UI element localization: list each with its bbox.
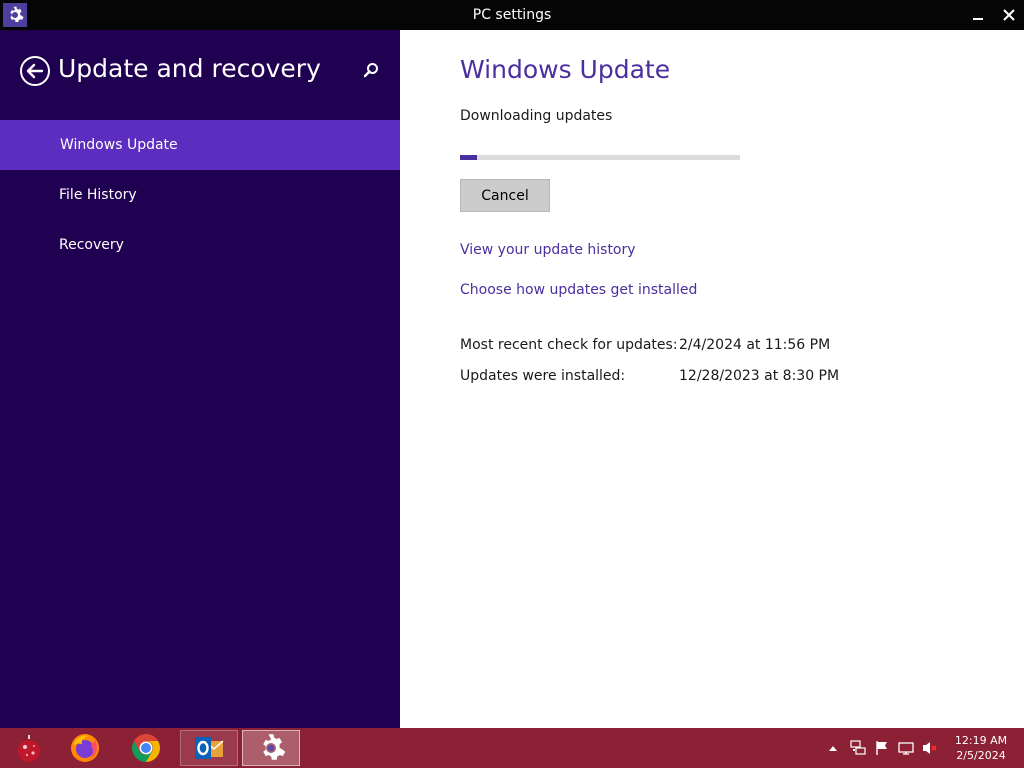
sidebar-item-file-history[interactable]: File History bbox=[0, 170, 400, 220]
action-center-flag-icon[interactable] bbox=[872, 728, 892, 768]
start-ornament-icon[interactable] bbox=[0, 730, 58, 766]
last-check-value: 2/4/2024 at 11:56 PM bbox=[679, 337, 831, 353]
settings-icon[interactable] bbox=[242, 730, 300, 766]
main-content: Windows Update Downloading updates Cance… bbox=[400, 30, 1024, 728]
back-arrow-icon bbox=[20, 56, 50, 86]
download-progress-bar bbox=[460, 155, 740, 160]
choose-how-updates-installed-link[interactable]: Choose how updates get installed bbox=[460, 282, 697, 298]
search-icon[interactable] bbox=[360, 60, 382, 82]
minimize-icon[interactable] bbox=[966, 4, 990, 26]
installed-label: Updates were installed: bbox=[460, 368, 626, 384]
window-title: PC settings bbox=[472, 7, 552, 23]
cancel-button[interactable]: Cancel bbox=[460, 179, 550, 212]
progress-fill bbox=[460, 155, 477, 160]
page-title: Windows Update bbox=[460, 55, 671, 84]
last-check-label: Most recent check for updates: bbox=[460, 337, 678, 353]
sidebar-heading: Update and recovery bbox=[58, 54, 321, 83]
outlook-icon[interactable] bbox=[180, 730, 238, 766]
clock-time: 12:19 AM bbox=[954, 734, 1008, 747]
installed-value: 12/28/2023 at 8:30 PM bbox=[679, 368, 840, 384]
download-status: Downloading updates bbox=[460, 108, 613, 124]
sidebar-item-recovery[interactable]: Recovery bbox=[0, 220, 400, 270]
show-hidden-icons-chevron-up-icon[interactable] bbox=[826, 728, 840, 768]
sidebar-item-windows-update[interactable]: Windows Update bbox=[0, 120, 400, 170]
title-bar: PC settings bbox=[0, 0, 1024, 30]
network-icon[interactable] bbox=[848, 728, 868, 768]
taskbar: 12:19 AM 2/5/2024 bbox=[0, 728, 1024, 768]
clock-date: 2/5/2024 bbox=[956, 749, 1006, 762]
taskbar-clock[interactable]: 12:19 AM 2/5/2024 bbox=[946, 733, 1016, 763]
view-update-history-link[interactable]: View your update history bbox=[460, 242, 636, 258]
sidebar: Update and recovery Windows Update File … bbox=[0, 30, 400, 728]
display-icon[interactable] bbox=[896, 728, 916, 768]
volume-muted-icon[interactable] bbox=[920, 728, 940, 768]
close-icon[interactable] bbox=[997, 4, 1021, 26]
chrome-icon[interactable] bbox=[117, 730, 175, 766]
firefox-icon[interactable] bbox=[56, 730, 114, 766]
back-button[interactable] bbox=[19, 55, 51, 87]
